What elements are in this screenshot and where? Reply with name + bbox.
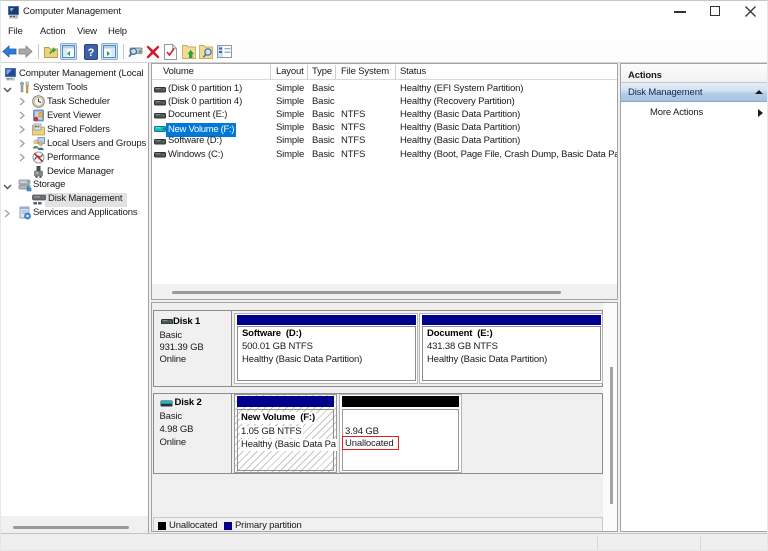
svg-text:?: ?: [88, 47, 95, 59]
